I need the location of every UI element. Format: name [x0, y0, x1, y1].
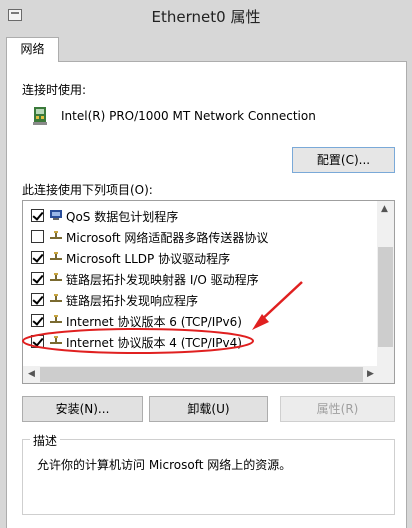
items-label: 此连接使用下列项目(O): — [22, 183, 153, 197]
list-item[interactable]: Microsoft 网络适配器多路传送器协议 — [23, 226, 378, 247]
list-item[interactable]: 链路层拓扑发现响应程序 — [23, 289, 378, 310]
checkbox[interactable] — [31, 293, 44, 306]
vertical-scrollbar[interactable]: ▲ — [377, 201, 394, 367]
list-item[interactable]: Internet 协议版本 6 (TCP/IPv6) — [23, 310, 378, 331]
configure-button[interactable]: 配置(C)... — [292, 147, 395, 173]
install-button[interactable]: 安装(N)... — [22, 396, 143, 422]
window-title: Ethernet0 属性 — [151, 8, 261, 26]
uninstall-button[interactable]: 卸载(U) — [149, 396, 268, 422]
checkbox[interactable] — [31, 251, 44, 264]
list-item-label: Internet 协议版本 4 (TCP/IPv4) — [66, 336, 242, 350]
scroll-up-icon[interactable]: ▲ — [381, 204, 388, 214]
items-list[interactable]: QoS 数据包计划程序 Microsoft 网络适配器多路传送器协议 Micro… — [22, 200, 395, 384]
list-item-label: 链路层拓扑发现映射器 I/O 驱动程序 — [66, 273, 259, 287]
horizontal-scrollbar[interactable]: ◀ ▶ — [23, 366, 394, 383]
vertical-scroll-thumb[interactable] — [378, 247, 393, 347]
protocol-icon — [50, 315, 62, 323]
title-bar: Ethernet0 属性 — [0, 0, 412, 30]
list-item-label: 链路层拓扑发现响应程序 — [66, 294, 199, 308]
checkbox[interactable] — [31, 230, 44, 243]
list-item-label: QoS 数据包计划程序 — [66, 210, 179, 224]
list-item-label: Internet 协议版本 6 (TCP/IPv6) — [66, 315, 242, 329]
protocol-icon — [50, 252, 62, 260]
list-item-label: Microsoft LLDP 协议驱动程序 — [66, 252, 231, 266]
description-title: 描述 — [30, 432, 61, 449]
checkbox[interactable] — [31, 272, 44, 285]
checkbox[interactable] — [31, 335, 44, 348]
description-group — [22, 439, 395, 515]
description-text: 允许你的计算机访问 Microsoft 网络上的资源。 — [37, 458, 292, 472]
list-item-label: Microsoft 网络适配器多路传送器协议 — [66, 231, 269, 245]
properties-button[interactable]: 属性(R) — [280, 396, 395, 422]
scroll-left-icon[interactable]: ◀ — [28, 369, 35, 379]
list-item[interactable]: Internet 协议版本 4 (TCP/IPv4) — [23, 331, 378, 352]
scroll-right-icon[interactable]: ▶ — [367, 369, 374, 379]
list-item[interactable]: Microsoft LLDP 协议驱动程序 — [23, 247, 378, 268]
qos-icon — [50, 210, 62, 220]
network-adapter-icon — [33, 107, 47, 125]
adapter-name: Intel(R) PRO/1000 MT Network Connection — [61, 109, 316, 123]
checkbox[interactable] — [31, 314, 44, 327]
protocol-icon — [50, 336, 62, 344]
tab-network[interactable]: 网络 — [6, 37, 59, 62]
protocol-icon — [50, 273, 62, 281]
connect-using-label: 连接时使用: — [22, 83, 87, 97]
list-item[interactable]: QoS 数据包计划程序 — [23, 205, 378, 226]
horizontal-scroll-thumb[interactable] — [40, 367, 363, 382]
checkbox[interactable] — [31, 209, 44, 222]
list-item[interactable]: 链路层拓扑发现映射器 I/O 驱动程序 — [23, 268, 378, 289]
protocol-icon — [50, 231, 62, 239]
protocol-icon — [50, 294, 62, 302]
